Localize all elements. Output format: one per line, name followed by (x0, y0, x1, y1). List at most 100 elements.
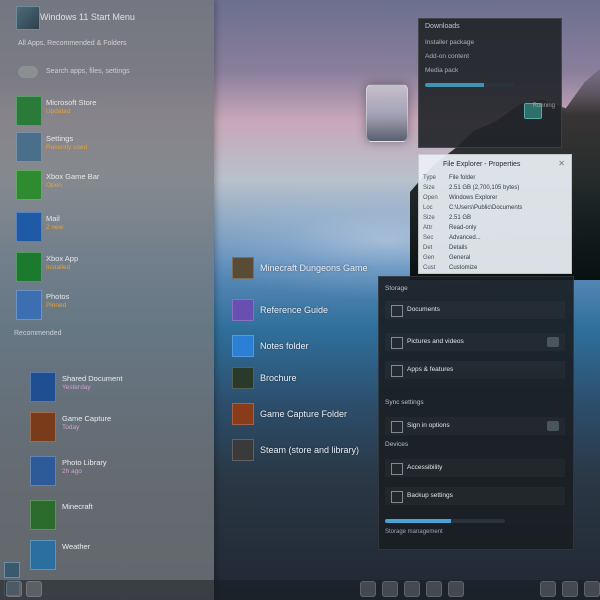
search-icon[interactable] (26, 581, 42, 597)
edge-icon[interactable] (382, 581, 398, 597)
prop-label: Size (423, 215, 435, 221)
recent-meta: Yesterday (62, 384, 91, 391)
middle-item-label: Reference Guide (260, 305, 329, 315)
storage-progress (385, 519, 505, 523)
settings-item[interactable]: Backup settings (385, 487, 565, 505)
settings-item[interactable]: Apps & features (385, 361, 565, 379)
app-name: Photos (46, 292, 70, 301)
recent-name: Weather (62, 542, 91, 551)
prop-value[interactable]: Customize (449, 263, 522, 273)
middle-file-list: Minecraft Dungeons Game Reference Guide … (230, 255, 380, 461)
file-icon (232, 403, 254, 425)
download-progress (425, 83, 515, 87)
prop-label: Attr (423, 225, 433, 231)
middle-item-label: Game Capture Folder (260, 409, 348, 419)
download-row[interactable]: Installer package (425, 39, 474, 46)
recent-meta: 2h ago (62, 468, 82, 475)
close-icon[interactable]: ✕ (558, 159, 565, 168)
recent-thumb (30, 500, 56, 530)
recent-name: Shared Document (62, 374, 123, 383)
settings-item-icon (391, 491, 403, 503)
settings-icon[interactable] (448, 581, 464, 597)
app-row[interactable]: Photos Pinned (16, 290, 206, 324)
app-row[interactable]: Xbox App Installed (16, 252, 206, 286)
search-label[interactable]: Search apps, files, settings (46, 68, 130, 75)
recent-item[interactable]: Game Capture Today (30, 412, 200, 444)
settings-item[interactable]: Sign in options (385, 417, 565, 435)
settings-item-icon (391, 421, 403, 433)
properties-labels: Type Size Open Loc Size Attr Sec Det Gen… (423, 173, 443, 273)
recent-name: Game Capture (62, 414, 112, 423)
recommended-label: Recommended (14, 330, 62, 337)
mail-icon[interactable] (426, 581, 442, 597)
app-row[interactable]: Settings Recently used (16, 132, 206, 166)
start-subtitle: All Apps, Recommended & Folders (18, 40, 127, 47)
recent-item[interactable]: Photo Library 2h ago (30, 456, 200, 488)
middle-item[interactable]: Brochure (230, 365, 380, 395)
settings-item-label: Documents (407, 306, 440, 313)
middle-item[interactable]: Notes folder (230, 333, 380, 363)
settings-item-label: Backup settings (407, 492, 453, 499)
download-row[interactable]: Media pack (425, 67, 458, 74)
app-meta: Updated (46, 108, 71, 115)
start-icon[interactable] (6, 581, 22, 597)
app-row[interactable]: Xbox Game Bar Open (16, 170, 206, 204)
prop-label: Det (423, 245, 433, 251)
properties-title: File Explorer - Properties (443, 161, 521, 168)
settings-pane: Storage Documents Pictures and videos Ap… (378, 276, 574, 550)
settings-item-label: Accessibility (407, 464, 443, 471)
download-row[interactable]: Add-on content (425, 53, 469, 60)
middle-item-label: Minecraft Dungeons Game (260, 263, 368, 273)
prop-value: File folder (449, 175, 476, 181)
recent-meta: Today (62, 424, 80, 431)
middle-item[interactable]: Minecraft Dungeons Game (230, 255, 380, 285)
settings-item-label: Sign in options (407, 422, 450, 429)
file-icon (232, 367, 254, 389)
recent-item[interactable]: Weather (30, 540, 200, 572)
middle-item[interactable]: Reference Guide (230, 297, 380, 327)
file-icon (232, 299, 254, 321)
recent-thumb (30, 412, 56, 442)
settings-item-icon (391, 305, 403, 317)
prop-value: Read-only (449, 225, 477, 231)
prop-label: Gen (423, 255, 435, 261)
toggle[interactable] (547, 421, 559, 431)
prop-value: Windows Explorer (449, 195, 498, 201)
glass-object (366, 84, 408, 142)
middle-item[interactable]: Steam (store and library) (230, 437, 380, 467)
file-explorer-icon[interactable] (360, 581, 376, 597)
settings-item-icon (391, 365, 403, 377)
properties-values: File folder 2.51 GB (2,700,105 bytes) Wi… (449, 173, 522, 273)
notification-icon[interactable] (584, 581, 600, 597)
prop-value: 2.51 GB (2,700,105 bytes) (449, 185, 520, 191)
prop-value[interactable]: Advanced... (449, 233, 522, 243)
app-row[interactable]: Mail 2 new (16, 212, 206, 246)
recent-item[interactable]: Shared Document Yesterday (30, 372, 200, 404)
store-icon[interactable] (404, 581, 420, 597)
search-icon[interactable] (18, 66, 38, 78)
toggle[interactable] (547, 337, 559, 347)
folder-icon[interactable] (4, 562, 20, 578)
start-logo-icon (16, 6, 40, 30)
prop-value: C:\Users\Public\Documents (449, 205, 523, 211)
app-row[interactable]: Microsoft Store Updated (16, 96, 206, 130)
app-meta: Installed (46, 264, 71, 271)
settings-item[interactable]: Documents (385, 301, 565, 319)
network-icon[interactable] (540, 581, 556, 597)
middle-item[interactable]: Game Capture Folder (230, 401, 380, 431)
download-progress-fill (425, 83, 484, 87)
prop-value[interactable]: General (449, 253, 522, 263)
settings-item[interactable]: Pictures and videos (385, 333, 565, 351)
prop-value[interactable]: Details (449, 243, 522, 253)
settings-footer: Storage management (385, 529, 443, 535)
settings-item[interactable]: Accessibility (385, 459, 565, 477)
properties-window: File Explorer - Properties ✕ Type Size O… (418, 154, 572, 274)
recent-name: Photo Library (62, 458, 107, 467)
start-menu-panel: Windows 11 Start Menu All Apps, Recommen… (0, 0, 214, 600)
recent-item[interactable]: Minecraft (30, 500, 200, 532)
recent-name: Minecraft (62, 502, 93, 511)
recent-thumb (30, 456, 56, 486)
taskbar (0, 580, 600, 600)
settings-group: Storage (385, 285, 408, 292)
volume-icon[interactable] (562, 581, 578, 597)
